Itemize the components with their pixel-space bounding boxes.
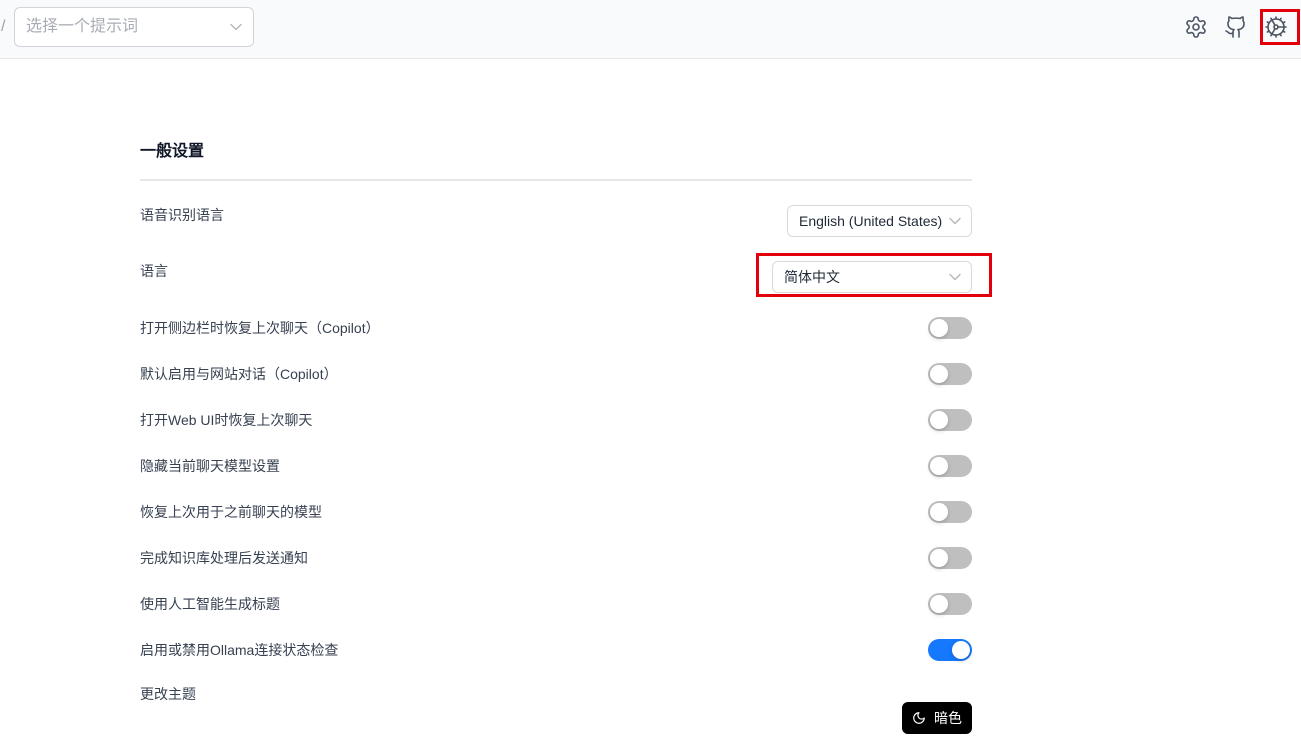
select-value: 简体中文	[784, 269, 840, 285]
setting-row-speech-language: 语音识别语言 English (United States)	[140, 205, 972, 237]
language-select[interactable]: 简体中文	[772, 261, 972, 293]
theme-button-label: 暗色	[934, 710, 962, 726]
dark-theme-button[interactable]: 暗色	[902, 702, 972, 734]
setting-row-toggle: 启用或禁用Ollama连接状态检查	[140, 627, 972, 673]
select-value: English (United States)	[799, 213, 943, 229]
setting-row-toggle: 恢复上次用于之前聊天的模型	[140, 489, 972, 535]
setting-row-theme: 更改主题 暗色	[140, 684, 972, 734]
speech-language-select[interactable]: English (United States)	[787, 205, 972, 237]
knowledge-notification-toggle[interactable]	[928, 547, 972, 569]
setting-row-toggle: 使用人工智能生成标题	[140, 581, 972, 627]
setting-label: 打开侧边栏时恢复上次聊天（Copilot）	[140, 320, 380, 336]
chat-with-website-default-toggle[interactable]	[928, 363, 972, 385]
hide-model-settings-toggle[interactable]	[928, 455, 972, 477]
restore-last-model-toggle[interactable]	[928, 501, 972, 523]
breadcrumb-separator: /	[1, 18, 6, 35]
restore-chat-on-webui-toggle[interactable]	[928, 409, 972, 431]
setting-label: 恢复上次用于之前聊天的模型	[140, 504, 322, 520]
moon-icon	[913, 712, 925, 724]
toggle-knob	[930, 319, 948, 337]
setting-label: 默认启用与网站对话（Copilot）	[140, 366, 338, 382]
setting-label: 语言	[140, 263, 168, 279]
ai-title-generation-toggle[interactable]	[928, 593, 972, 615]
toggle-knob	[930, 503, 948, 521]
ollama-status-check-toggle[interactable]	[928, 639, 972, 661]
toggle-knob	[930, 549, 948, 567]
cog-icon[interactable]	[1264, 15, 1288, 39]
toggle-knob	[930, 595, 948, 613]
setting-row-toggle: 完成知识库处理后发送通知	[140, 535, 972, 581]
setting-row-language: 语言 简体中文	[140, 261, 972, 293]
setting-label: 启用或禁用Ollama连接状态检查	[140, 642, 339, 658]
toggle-knob	[930, 411, 948, 429]
toggle-knob	[930, 457, 948, 475]
restore-chat-on-sidebar-toggle[interactable]	[928, 317, 972, 339]
setting-label: 更改主题	[140, 686, 196, 702]
setting-label: 完成知识库处理后发送通知	[140, 550, 308, 566]
toggle-knob	[952, 641, 970, 659]
chevron-down-icon	[949, 217, 961, 225]
setting-label: 隐藏当前聊天模型设置	[140, 458, 280, 474]
setting-row-toggle: 隐藏当前聊天模型设置	[140, 443, 972, 489]
setting-label: 打开Web UI时恢复上次聊天	[140, 412, 313, 428]
setting-label: 使用人工智能生成标题	[140, 596, 280, 612]
gear-icon[interactable]	[1184, 15, 1208, 39]
github-icon[interactable]	[1224, 15, 1248, 39]
general-settings-panel: 一般设置 语音识别语言 English (United States) 语言 简…	[140, 0, 972, 748]
setting-row-toggle: 打开侧边栏时恢复上次聊天（Copilot）	[140, 305, 972, 351]
setting-label: 语音识别语言	[140, 207, 224, 223]
setting-row-toggle: 打开Web UI时恢复上次聊天	[140, 397, 972, 443]
chevron-down-icon	[949, 273, 961, 281]
section-title: 一般设置	[140, 143, 205, 160]
toggle-knob	[930, 365, 948, 383]
section-divider	[140, 179, 972, 181]
setting-row-toggle: 默认启用与网站对话（Copilot）	[140, 351, 972, 397]
prompt-select-placeholder: 选择一个提示词	[26, 18, 139, 35]
